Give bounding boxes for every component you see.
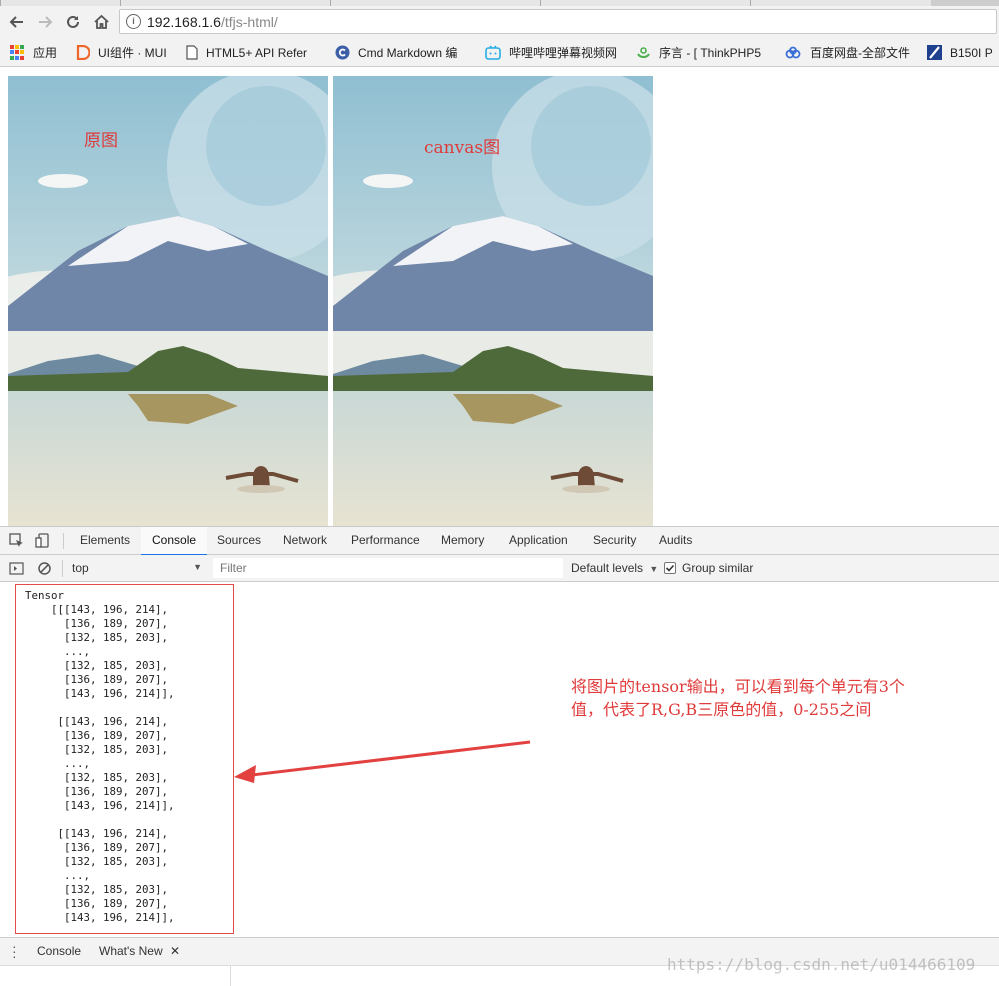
- device-toolbar-icon[interactable]: [35, 533, 50, 548]
- tab-elements[interactable]: Elements: [80, 527, 130, 554]
- forward-button[interactable]: [34, 11, 56, 33]
- annotation-line: 值，代表了R,G,B三原色的值，0-255之间: [571, 700, 872, 719]
- annotation-line: 将图片的tensor输出，可以看到每个单元有3个: [571, 677, 905, 696]
- url-path: /tfjs-html/: [220, 14, 278, 30]
- url-text: 192.168.1.6/tfjs-html/: [147, 14, 278, 30]
- bookmark-html5-api[interactable]: HTML5+ API Refer: [186, 44, 307, 61]
- bookmark-label: HTML5+ API Refer: [206, 45, 308, 60]
- default-levels-dropdown[interactable]: Default levels ▼: [571, 561, 658, 575]
- bookmark-bilibili[interactable]: 哔哩哔哩弹幕视频网: [485, 44, 617, 61]
- image-label-canvas: canvas图: [424, 138, 501, 158]
- filter-input[interactable]: [213, 558, 563, 578]
- reload-icon: [67, 15, 79, 28]
- back-arrow-icon: [9, 16, 23, 28]
- tensor-output-highlight: Tensor [[[143, 196, 214], [136, 189, 207…: [15, 584, 234, 934]
- console-output-area: Tensor [[[143, 196, 214], [136, 189, 207…: [0, 582, 999, 937]
- tab-security[interactable]: Security: [593, 527, 636, 554]
- bookmark-thinkphp[interactable]: 序言 - [ ThinkPHP5: [636, 44, 761, 61]
- tab-sources[interactable]: Sources: [217, 527, 261, 554]
- url-host: 192.168.1.6: [147, 14, 221, 30]
- image-label-original: 原图: [84, 131, 118, 151]
- original-image: 原图: [8, 76, 328, 526]
- apps-grid-icon: [10, 45, 25, 60]
- bookmark-label: B150I P: [950, 45, 993, 60]
- dropdown-arrow-icon: ▼: [649, 564, 659, 574]
- bookmark-label: 应用: [33, 46, 58, 60]
- tab-performance[interactable]: Performance: [351, 527, 420, 554]
- tab-console[interactable]: Console: [141, 527, 208, 556]
- canvas-image: canvas图: [333, 76, 653, 526]
- forward-arrow-icon: [39, 16, 53, 28]
- page-icon: [186, 45, 198, 60]
- cmd-markdown-icon: [335, 45, 350, 60]
- more-menu-icon[interactable]: · · ·: [12, 939, 17, 963]
- bookmark-label: 序言 - [ ThinkPHP5: [659, 46, 762, 60]
- reload-button[interactable]: [62, 11, 84, 33]
- address-bar[interactable]: i 192.168.1.6/tfjs-html/: [119, 9, 997, 34]
- bookmark-mui[interactable]: UI组件 · MUI: [76, 44, 167, 61]
- group-similar-label: Group similar: [682, 561, 754, 575]
- bookmark-label: 哔哩哔哩弹幕视频网: [509, 46, 618, 60]
- drawer-tab-whats-new[interactable]: What's New ✕: [90, 938, 190, 967]
- bookmarks-bar: 应用 UI组件 · MUI HTML5+ API Refer Cmd Markd…: [0, 38, 999, 67]
- close-icon[interactable]: ✕: [170, 944, 180, 958]
- landscape-illustration: [8, 76, 328, 526]
- context-selector[interactable]: top ▼: [72, 561, 202, 575]
- console-filter-bar: top ▼ Default levels ▼ Group similar: [0, 555, 999, 582]
- bookmark-label: UI组件 · MUI: [98, 46, 167, 60]
- mui-logo-icon: [76, 45, 90, 60]
- splitter[interactable]: [230, 966, 231, 986]
- tab-audits[interactable]: Audits: [659, 527, 692, 554]
- drawer-tab-console[interactable]: Console: [37, 938, 81, 965]
- home-icon: [93, 14, 109, 29]
- show-sidebar-icon[interactable]: [9, 561, 24, 576]
- inspect-element-icon[interactable]: [9, 533, 24, 548]
- tab-memory[interactable]: Memory: [441, 527, 484, 554]
- bookmark-cmd-markdown[interactable]: Cmd Markdown 编: [335, 44, 457, 61]
- tab-network[interactable]: Network: [283, 527, 327, 554]
- clear-console-icon[interactable]: [37, 561, 52, 576]
- checkbox-checked-icon[interactable]: [664, 562, 676, 574]
- toolbar-divider: [63, 533, 64, 549]
- devtools-panel: Elements Console Sources Network Perform…: [0, 526, 999, 986]
- group-similar-option[interactable]: Group similar: [664, 561, 753, 575]
- bilibili-tv-icon: [485, 45, 501, 60]
- back-button[interactable]: [6, 11, 28, 33]
- browser-toolbar: i 192.168.1.6/tfjs-html/: [0, 6, 999, 38]
- bookmark-b150i[interactable]: B150I P: [927, 44, 993, 61]
- info-icon[interactable]: i: [126, 14, 141, 29]
- context-value: top: [72, 561, 89, 575]
- toolbar-divider: [62, 560, 63, 577]
- baidu-cloud-icon: [785, 46, 801, 58]
- home-button[interactable]: [90, 11, 112, 33]
- tensor-log-message[interactable]: Tensor [[[143, 196, 214], [136, 189, 207…: [25, 589, 175, 925]
- thinkphp-icon: [637, 47, 650, 58]
- drawer-tab-label: What's New: [99, 944, 163, 958]
- asus-logo-icon: [927, 45, 942, 60]
- tab-application[interactable]: Application: [509, 527, 568, 554]
- red-arrow-annotation: [234, 740, 531, 783]
- bookmark-label: 百度网盘-全部文件: [810, 46, 910, 60]
- bookmark-apps[interactable]: 应用: [10, 44, 57, 61]
- watermark-text: https://blog.csdn.net/u014466109: [667, 955, 976, 974]
- levels-label: Default levels: [571, 561, 644, 575]
- annotation-text: 将图片的tensor输出，可以看到每个单元有3个 值，代表了R,G,B三原色的值…: [571, 675, 971, 721]
- bookmark-baidu-pan[interactable]: 百度网盘-全部文件: [785, 44, 910, 61]
- dropdown-arrow-icon: ▼: [193, 562, 202, 572]
- devtools-tab-bar: Elements Console Sources Network Perform…: [0, 527, 999, 556]
- bookmark-label: Cmd Markdown 编: [358, 46, 458, 60]
